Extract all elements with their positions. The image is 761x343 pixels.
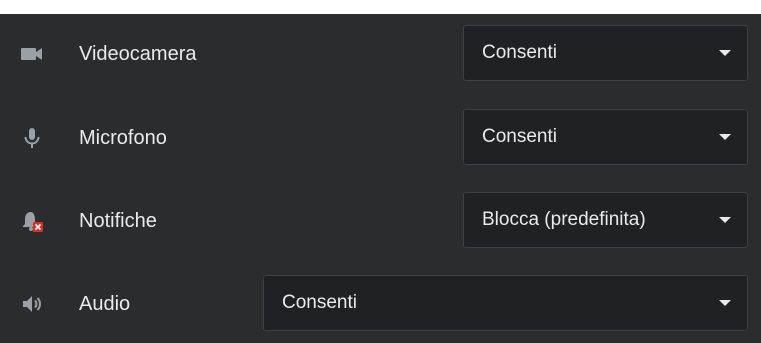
chevron-down-icon — [719, 50, 731, 56]
permission-row-audio: Audio Consenti — [0, 275, 761, 333]
microphone-permission-value: Consenti — [482, 126, 557, 147]
permission-label-microphone: Microfono — [79, 127, 167, 149]
chevron-down-icon — [719, 134, 731, 140]
permission-row-camera: Videocamera Consenti — [0, 25, 761, 83]
camera-permission-select[interactable]: Consenti — [463, 25, 748, 81]
audio-permission-value: Consenti — [282, 292, 357, 313]
microphone-permission-select[interactable]: Consenti — [463, 109, 748, 165]
chevron-down-icon — [719, 217, 731, 223]
notifications-permission-select[interactable]: Blocca (predefinita) — [463, 192, 748, 248]
permission-label-notifications: Notifiche — [79, 210, 157, 232]
permission-label-camera: Videocamera — [79, 43, 197, 65]
permission-label-audio: Audio — [79, 293, 131, 315]
microphone-icon — [24, 128, 40, 148]
videocam-icon — [21, 48, 42, 60]
notifications-blocked-icon — [23, 212, 43, 232]
audio-permission-select[interactable]: Consenti — [263, 275, 748, 331]
notifications-permission-value: Blocca (predefinita) — [482, 209, 646, 230]
chevron-down-icon — [719, 300, 731, 306]
permission-row-microphone: Microfono Consenti — [0, 109, 761, 167]
camera-permission-value: Consenti — [482, 42, 557, 63]
volume-icon — [23, 296, 41, 312]
site-permissions-panel: Videocamera Consenti Microfono Consenti … — [0, 14, 761, 343]
permission-row-notifications: Notifiche Blocca (predefinita) — [0, 192, 761, 250]
